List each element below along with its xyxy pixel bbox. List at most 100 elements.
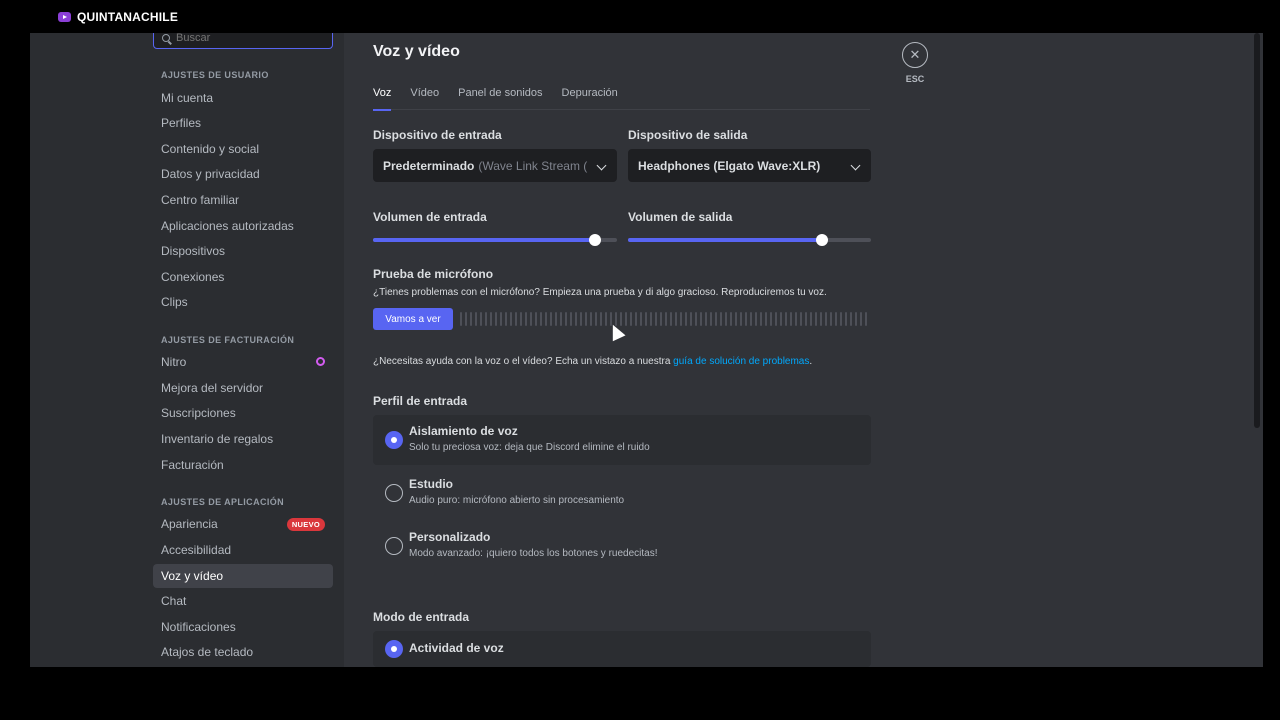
tab-voice[interactable]: Voz xyxy=(373,86,392,111)
help-text-body: ¿Necesitas ayuda con la voz o el vídeo? … xyxy=(373,356,674,367)
sidebar-item-data-privacy[interactable]: Datos y privacidad xyxy=(153,162,333,186)
input-device-detail: (Wave Link Stream (Elgato Wave:XLR)) xyxy=(478,158,588,173)
meter-bar xyxy=(515,312,517,326)
sidebar-item-accessibility[interactable]: Accesibilidad xyxy=(153,538,333,562)
sidebar-item-label: Inventario de regalos xyxy=(161,432,274,446)
mode-option-voice-activity[interactable]: Actividad de voz xyxy=(373,631,871,667)
input-profile-title: Perfil de entrada xyxy=(373,394,468,408)
sidebar-item-authorized-apps[interactable]: Aplicaciones autorizadas xyxy=(153,214,333,238)
sidebar-item-label: Perfiles xyxy=(161,116,202,130)
meter-bar xyxy=(540,312,542,326)
sidebar-item-label: Nitro xyxy=(161,355,187,369)
sidebar-item-chat[interactable]: Chat xyxy=(153,589,333,613)
meter-bar xyxy=(720,312,722,326)
option-subtitle: Audio puro: micrófono abierto sin proces… xyxy=(409,495,625,506)
meter-bar xyxy=(480,312,482,326)
help-text-suffix: . xyxy=(809,356,813,367)
profile-option-voice-isolation[interactable]: Aislamiento de voz Solo tu preciosa voz:… xyxy=(373,415,871,465)
radio-unselected[interactable] xyxy=(385,484,403,502)
output-volume-slider[interactable] xyxy=(628,234,871,246)
meter-bar xyxy=(635,312,637,326)
sidebar-item-connections[interactable]: Conexiones xyxy=(153,265,333,289)
meter-bar xyxy=(495,312,497,326)
sidebar-item-label: Datos y privacidad xyxy=(161,167,260,181)
meter-bar xyxy=(775,312,777,326)
sidebar-item-content-social[interactable]: Contenido y social xyxy=(153,137,333,161)
content-scrollbar[interactable] xyxy=(1254,33,1260,428)
channel-watermark: QUINTANACHILE xyxy=(58,10,178,24)
input-volume-slider[interactable] xyxy=(373,234,617,246)
meter-bar xyxy=(830,312,832,326)
sidebar-item-voice-video[interactable]: Voz y vídeo xyxy=(153,564,333,588)
profile-option-studio[interactable]: Estudio Audio puro: micrófono abierto si… xyxy=(373,468,871,518)
input-volume-handle[interactable] xyxy=(589,234,602,246)
radio-selected[interactable] xyxy=(385,431,403,449)
meter-bar xyxy=(665,312,667,326)
sidebar-item-appearance[interactable]: Apariencia NUEVO xyxy=(153,512,333,536)
meter-bar xyxy=(710,312,712,326)
sidebar-item-my-account[interactable]: Mi cuenta xyxy=(153,86,333,110)
option-subtitle: Modo avanzado: ¡quiero todos los botones… xyxy=(409,548,658,559)
settings-content: Voz y vídeo ✕ ESC Voz Vídeo Panel de son… xyxy=(344,33,1263,667)
sidebar-item-label: Contenido y social xyxy=(161,142,260,156)
option-title: Actividad de voz xyxy=(409,641,504,655)
sidebar-item-billing[interactable]: Facturación xyxy=(153,453,333,477)
profile-option-custom[interactable]: Personalizado Modo avanzado: ¡quiero tod… xyxy=(373,521,871,571)
tab-soundboard[interactable]: Panel de sonidos xyxy=(458,86,542,110)
search-box[interactable] xyxy=(153,33,333,49)
nitro-icon xyxy=(316,357,325,366)
sidebar-item-profiles[interactable]: Perfiles xyxy=(153,111,333,135)
sidebar-item-keybinds[interactable]: Atajos de teclado xyxy=(153,640,333,664)
tab-video[interactable]: Vídeo xyxy=(410,86,439,110)
output-device-select[interactable]: Headphones (Elgato Wave:XLR) xyxy=(628,149,871,182)
output-device-value: Headphones (Elgato Wave:XLR) xyxy=(638,158,821,173)
sidebar-item-gift-inventory[interactable]: Inventario de regalos xyxy=(153,427,333,451)
meter-bar xyxy=(805,312,807,326)
meter-bar xyxy=(835,312,837,326)
nav-header-user-settings: Ajustes de usuario xyxy=(161,70,269,80)
new-badge: NUEVO xyxy=(286,518,325,531)
meter-bar xyxy=(585,312,587,326)
meter-bar xyxy=(750,312,752,326)
meter-bar xyxy=(825,312,827,326)
option-title: Aislamiento de voz xyxy=(409,424,518,438)
sidebar-item-label: Apariencia xyxy=(161,517,218,531)
meter-bar xyxy=(735,312,737,326)
sidebar-item-server-boost[interactable]: Mejora del servidor xyxy=(153,376,333,400)
meter-bar xyxy=(460,312,462,326)
radio-unselected[interactable] xyxy=(385,537,403,555)
meter-bar xyxy=(485,312,487,326)
discord-settings-window: Ajustes de usuario Mi cuenta Perfiles Co… xyxy=(30,33,1263,667)
sidebar-item-family-center[interactable]: Centro familiar xyxy=(153,188,333,212)
sidebar-item-nitro[interactable]: Nitro xyxy=(153,350,333,374)
meter-bar xyxy=(660,312,662,326)
meter-bar xyxy=(575,312,577,326)
voice-tabs: Voz Vídeo Panel de sonidos Depuración xyxy=(373,86,870,111)
channel-name: QUINTANACHILE xyxy=(77,10,179,24)
radio-selected[interactable] xyxy=(385,640,403,658)
meter-bar xyxy=(860,312,862,326)
settings-sidebar: Ajustes de usuario Mi cuenta Perfiles Co… xyxy=(30,33,344,667)
output-volume-label: Volumen de salida xyxy=(628,210,733,224)
sidebar-item-label: Clips xyxy=(161,295,188,309)
nav-header-billing-settings: Ajustes de facturación xyxy=(161,335,295,345)
meter-bar xyxy=(475,312,477,326)
meter-bar xyxy=(625,312,627,326)
troubleshooting-link[interactable]: guía de solución de problemas xyxy=(673,356,809,367)
youtube-icon xyxy=(58,12,71,22)
close-control[interactable]: ✕ ESC xyxy=(901,42,929,84)
input-device-select[interactable]: Predeterminado (Wave Link Stream (Elgato… xyxy=(373,149,617,182)
sidebar-item-subscriptions[interactable]: Suscripciones xyxy=(153,401,333,425)
sidebar-item-notifications[interactable]: Notificaciones xyxy=(153,615,333,639)
meter-bar xyxy=(565,312,567,326)
meter-bar xyxy=(465,312,467,326)
search-input[interactable] xyxy=(176,33,306,44)
close-icon[interactable]: ✕ xyxy=(902,42,928,68)
meter-bar xyxy=(600,312,602,326)
output-volume-handle[interactable] xyxy=(816,234,829,246)
meter-bar xyxy=(520,312,522,326)
mic-test-button[interactable]: Vamos a ver xyxy=(373,308,453,330)
sidebar-item-clips[interactable]: Clips xyxy=(153,290,333,314)
tab-debug[interactable]: Depuración xyxy=(562,86,618,110)
sidebar-item-devices[interactable]: Dispositivos xyxy=(153,239,333,263)
